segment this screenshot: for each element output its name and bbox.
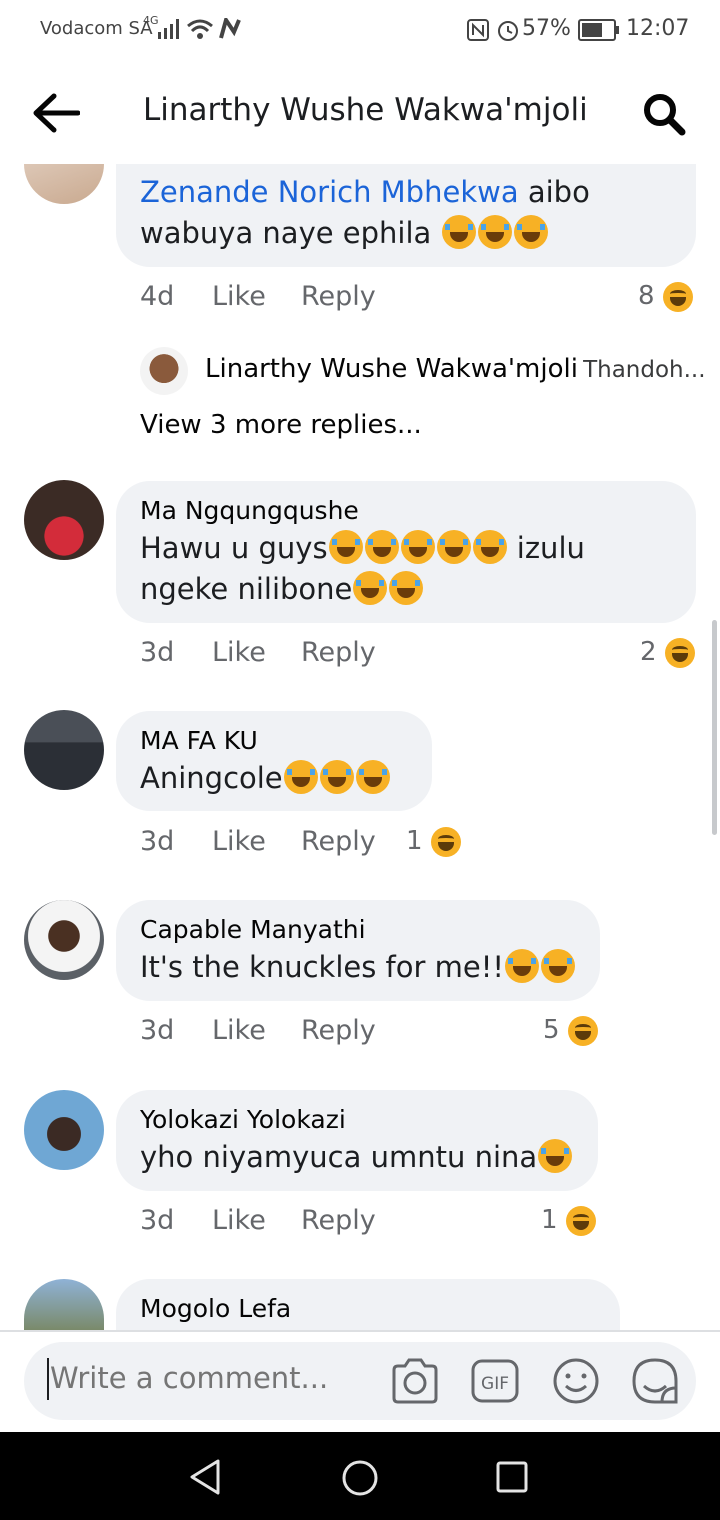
scrollbar[interactable] bbox=[712, 620, 717, 835]
reaction-count[interactable]: 8 bbox=[638, 281, 693, 312]
comment-time: 4d bbox=[140, 281, 175, 312]
haha-reaction-icon bbox=[565, 1205, 596, 1236]
back-arrow-icon[interactable] bbox=[32, 92, 80, 134]
emoji-icon[interactable] bbox=[552, 1357, 600, 1405]
reply-avatar[interactable] bbox=[140, 347, 188, 395]
svg-text:GIF: GIF bbox=[481, 1374, 509, 1394]
reaction-count[interactable]: 5 bbox=[543, 1015, 598, 1046]
reply-preview[interactable]: Linarthy Wushe Wakwa'mjoli Thandoh... bbox=[205, 354, 706, 384]
reply-button[interactable]: Reply bbox=[301, 826, 376, 857]
haha-reaction-icon bbox=[664, 637, 695, 668]
comment-time: 3d bbox=[140, 826, 175, 857]
comment-author[interactable]: Yolokazi Yolokazi bbox=[140, 1103, 574, 1137]
nav-back-icon[interactable] bbox=[188, 1458, 224, 1496]
comment-bubble: Yolokazi Yolokazi yho niyamyuca umntu ni… bbox=[116, 1090, 598, 1191]
comment-bubble: Mogolo Lefa bbox=[116, 1279, 620, 1330]
battery-percent: 57% bbox=[522, 16, 571, 41]
comment-text: wabuya naye ephila bbox=[140, 213, 672, 254]
reply-button[interactable]: Reply bbox=[301, 281, 376, 312]
comment-author[interactable]: Ma Ngqungqushe bbox=[140, 494, 672, 528]
comment-text: ngeke nilibone bbox=[140, 569, 672, 610]
divider bbox=[0, 1330, 720, 1332]
clock: 12:07 bbox=[626, 16, 690, 41]
loudly-crying-icon bbox=[538, 1139, 573, 1173]
reply-snippet: Thandoh... bbox=[583, 357, 706, 383]
reaction-count[interactable]: 2 bbox=[640, 637, 695, 668]
like-button[interactable]: Like bbox=[212, 826, 266, 857]
reaction-count[interactable]: 1 bbox=[406, 826, 461, 857]
comment-author[interactable]: MA FA KU bbox=[140, 724, 408, 758]
reply-button[interactable]: Reply bbox=[301, 1205, 376, 1236]
carrier-label: Vodacom SA bbox=[40, 18, 153, 39]
comment-time: 3d bbox=[140, 637, 175, 668]
avatar[interactable] bbox=[24, 480, 104, 560]
haha-reaction-icon bbox=[567, 1015, 598, 1046]
tears-of-joy-icon bbox=[436, 530, 471, 564]
nfc-status-icon bbox=[219, 18, 241, 39]
avatar[interactable] bbox=[24, 900, 104, 980]
tears-of-joy-icon bbox=[541, 949, 575, 983]
reply-button[interactable]: Reply bbox=[301, 1015, 376, 1046]
app-header: Linarthy Wushe Wakwa'mjoli bbox=[0, 62, 720, 164]
battery-icon bbox=[578, 19, 619, 41]
tears-of-joy-icon bbox=[472, 530, 507, 564]
comment-text: yho niyamyuca umntu nina bbox=[140, 1137, 574, 1178]
tears-of-joy-icon bbox=[364, 530, 399, 564]
comment-author[interactable]: Mogolo Lefa bbox=[140, 1292, 596, 1326]
comment-bubble: Ma Ngqungqushe Hawu u guys izulu ngeke n… bbox=[116, 481, 696, 623]
like-button[interactable]: Like bbox=[212, 281, 266, 312]
comment-bubble: Capable Manyathi It's the knuckles for m… bbox=[116, 900, 600, 1001]
like-button[interactable]: Like bbox=[212, 637, 266, 668]
comment-text: Zenande Norich Mbhekwa aibo bbox=[140, 175, 590, 209]
tears-of-joy-icon bbox=[513, 215, 548, 249]
comment-text: It's the knuckles for me!! bbox=[140, 947, 576, 988]
alarm-icon bbox=[498, 21, 518, 41]
avatar[interactable] bbox=[24, 1279, 104, 1330]
avatar[interactable] bbox=[24, 1090, 104, 1170]
comment-composer: GIF bbox=[24, 1342, 696, 1420]
reaction-count[interactable]: 1 bbox=[541, 1205, 596, 1236]
tears-of-joy-icon bbox=[400, 530, 435, 564]
nav-recents-icon[interactable] bbox=[495, 1460, 529, 1494]
rolling-laughing-icon bbox=[319, 760, 354, 794]
camera-icon[interactable] bbox=[390, 1358, 440, 1404]
status-bar: Vodacom SA 4G 57% 12:07 bbox=[0, 0, 720, 62]
nav-home-icon[interactable] bbox=[340, 1458, 380, 1498]
reply-button[interactable]: Reply bbox=[301, 637, 376, 668]
haha-reaction-icon bbox=[430, 826, 461, 857]
page-title: Linarthy Wushe Wakwa'mjoli bbox=[143, 92, 588, 128]
tears-of-joy-icon bbox=[477, 215, 512, 249]
tears-of-joy-icon bbox=[441, 215, 476, 249]
comment-input[interactable] bbox=[48, 1360, 372, 1396]
comment-text: Aningcole bbox=[140, 758, 408, 799]
comment-author[interactable]: Capable Manyathi bbox=[140, 913, 576, 947]
mention-link[interactable]: Zenande Norich Mbhekwa bbox=[140, 175, 519, 209]
tears-of-joy-icon bbox=[389, 571, 424, 605]
gif-icon[interactable]: GIF bbox=[470, 1358, 520, 1404]
comment-text: Hawu u guys izulu bbox=[140, 530, 585, 565]
comment-time: 3d bbox=[140, 1205, 175, 1236]
like-button[interactable]: Like bbox=[212, 1205, 266, 1236]
tears-of-joy-icon bbox=[328, 530, 363, 564]
avatar[interactable] bbox=[24, 710, 104, 790]
view-more-replies-link[interactable]: View 3 more replies... bbox=[140, 410, 422, 440]
search-icon[interactable] bbox=[642, 92, 686, 136]
tears-of-joy-icon bbox=[505, 949, 539, 983]
rolling-laughing-icon bbox=[355, 760, 390, 794]
rolling-laughing-icon bbox=[283, 760, 318, 794]
comment-time: 3d bbox=[140, 1015, 175, 1046]
wifi-icon bbox=[187, 19, 213, 39]
text-caret bbox=[47, 1358, 49, 1400]
haha-reaction-icon bbox=[662, 281, 693, 312]
comment-bubble: MA FA KU Aningcole bbox=[116, 711, 432, 811]
tears-of-joy-icon bbox=[353, 571, 388, 605]
reply-author: Linarthy Wushe Wakwa'mjoli bbox=[205, 354, 578, 384]
nfc-icon bbox=[467, 19, 489, 41]
signal-icon bbox=[158, 19, 179, 39]
like-button[interactable]: Like bbox=[212, 1015, 266, 1046]
sticker-icon[interactable] bbox=[630, 1356, 680, 1406]
system-nav-bar bbox=[0, 1432, 720, 1520]
